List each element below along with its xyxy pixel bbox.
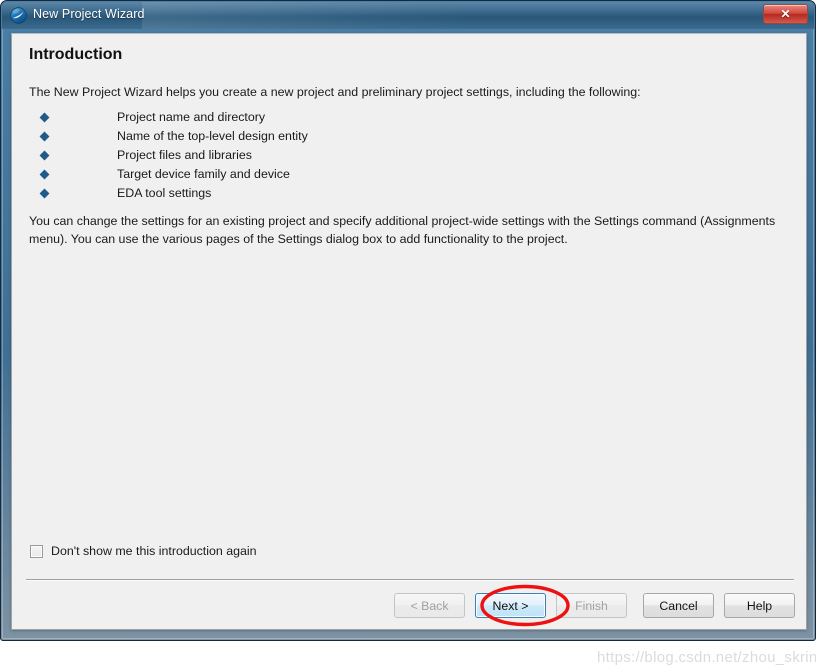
watermark-text: https://blog.csdn.net/zhou_skring xyxy=(597,649,816,666)
dont-show-again-label: Don't show me this introduction again xyxy=(51,544,257,558)
finish-button[interactable]: Finish xyxy=(556,593,627,618)
feature-bullet-list: Project name and directory Name of the t… xyxy=(29,108,529,203)
dialog-button-row: < Back Next > Finish Cancel Help xyxy=(12,593,808,627)
back-button[interactable]: < Back xyxy=(394,593,465,618)
list-item-label: Project name and directory xyxy=(117,110,266,124)
cancel-button[interactable]: Cancel xyxy=(643,593,714,618)
diamond-bullet-icon xyxy=(39,150,50,161)
list-item: EDA tool settings xyxy=(29,184,529,203)
dont-show-again-checkbox-row[interactable]: Don't show me this introduction again xyxy=(30,544,257,558)
diamond-bullet-icon xyxy=(39,169,50,180)
dialog-content-panel: Introduction The New Project Wizard help… xyxy=(11,33,816,666)
diamond-bullet-icon xyxy=(39,188,50,199)
list-item: Name of the top-level design entity xyxy=(29,127,529,146)
list-item-label: Target device family and device xyxy=(117,167,290,181)
dialog-window: New Project Wizard ✕ Introduction The Ne… xyxy=(0,0,816,666)
list-item: Project name and directory xyxy=(29,108,529,127)
quartus-sphere-icon xyxy=(10,7,27,24)
close-button[interactable]: ✕ xyxy=(763,4,808,24)
diamond-bullet-icon xyxy=(39,112,50,123)
list-item-label: Name of the top-level design entity xyxy=(117,129,308,143)
body-paragraph: You can change the settings for an exist… xyxy=(29,214,776,246)
intro-paragraph: The New Project Wizard helps you create … xyxy=(29,85,641,99)
list-item: Target device family and device xyxy=(29,165,529,184)
page-title: Introduction xyxy=(29,46,123,63)
footer-separator xyxy=(26,579,794,581)
list-item: Project files and libraries xyxy=(29,146,529,165)
close-icon: ✕ xyxy=(780,7,791,21)
next-button[interactable]: Next > xyxy=(475,593,546,618)
diamond-bullet-icon xyxy=(39,131,50,142)
list-item-label: EDA tool settings xyxy=(117,186,212,200)
list-item-label: Project files and libraries xyxy=(117,148,252,162)
window-title: New Project Wizard xyxy=(33,7,145,21)
help-button[interactable]: Help xyxy=(724,593,795,618)
title-bar[interactable]: New Project Wizard ✕ xyxy=(2,2,814,29)
dont-show-again-checkbox[interactable] xyxy=(30,544,43,558)
